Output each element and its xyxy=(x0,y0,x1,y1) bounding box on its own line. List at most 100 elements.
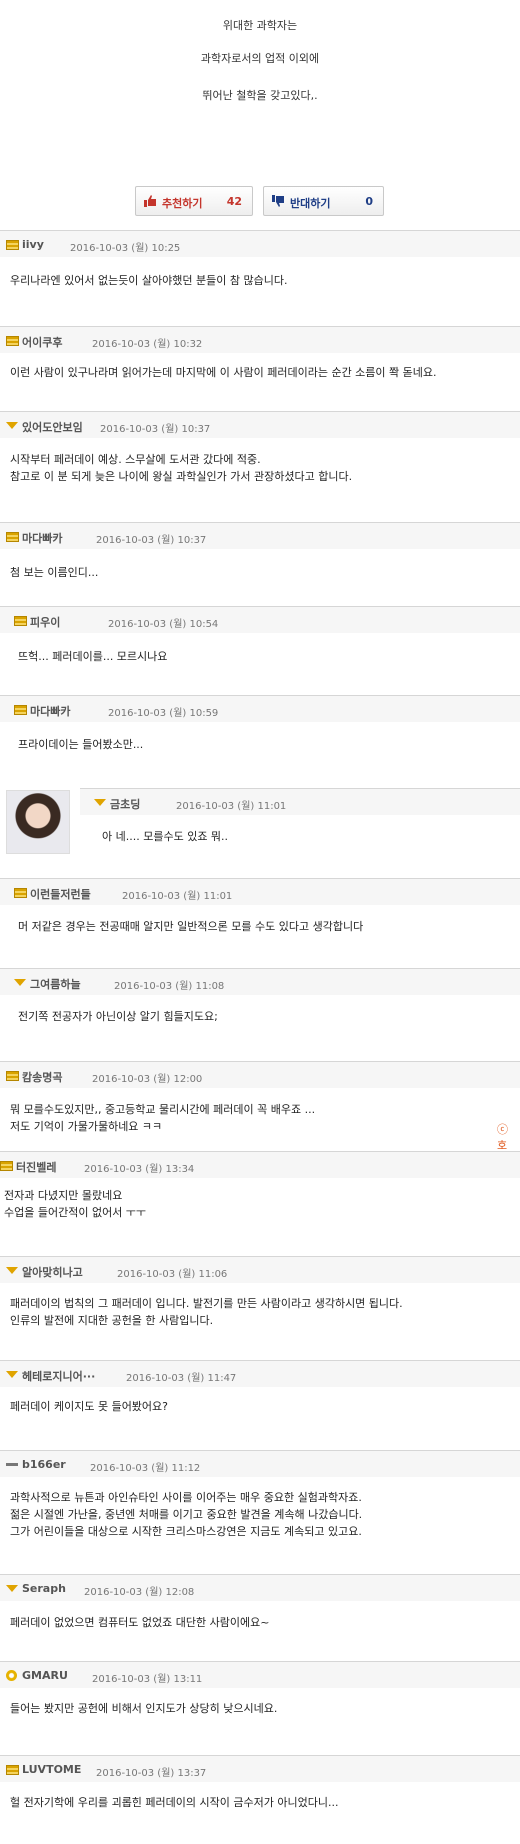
comment-text-line: 우리나라엔 있어서 없는듯이 살아야했던 분들이 참 많습니다. xyxy=(10,274,288,287)
comment-body: 전기쪽 전공자가 아닌이상 알기 힘들지도요; xyxy=(18,1008,218,1025)
comment-text-line: 프라이데이는 들어봤소만... xyxy=(18,738,144,751)
comment-timestamp: 2016-10-03 (월) 13:34 xyxy=(84,1164,195,1175)
comment-body: 뜨헉... 페러데이를... 모르시나요 xyxy=(18,648,167,665)
comment-text-line: 저도 기억이 가물가물하네요 ㅋㅋ xyxy=(10,1120,163,1133)
comment-header: 마다빠카 2016-10-03 (월) 10:37 xyxy=(0,522,520,549)
comment-timestamp: 2016-10-03 (월) 10:32 xyxy=(92,339,203,350)
level-chevron-icon xyxy=(6,422,18,429)
comment-author[interactable]: LUVTOME xyxy=(22,1763,81,1776)
comment-author[interactable]: 캄송명곡 xyxy=(22,1069,62,1085)
level-bars-icon xyxy=(14,705,27,715)
comment-author[interactable]: 피우이 xyxy=(30,614,60,630)
comment-text-line: 인류의 발전에 지대한 공헌을 한 사람입니다. xyxy=(10,1314,214,1327)
level-chevron-icon xyxy=(94,799,106,806)
comment-author[interactable]: 터진벨레 xyxy=(16,1159,56,1175)
comment-body: 이런 사람이 있구나라며 읽어가는데 마지막에 이 사람이 페러데이라는 순간 … xyxy=(10,364,437,381)
comment-author[interactable]: 그여름하늘 xyxy=(30,976,81,992)
downvote-count: 0 xyxy=(365,195,373,208)
upvote-label: 추천하기 xyxy=(162,197,203,210)
comment-author[interactable]: Seraph xyxy=(22,1582,66,1595)
comment-text-line: 수업을 들어간적이 없어서 ㅜㅜ xyxy=(4,1206,147,1219)
comment-author[interactable]: 있어도안보임 xyxy=(22,419,83,435)
comment-timestamp: 2016-10-03 (월) 11:01 xyxy=(122,891,233,902)
comment-timestamp: 2016-10-03 (월) 11:06 xyxy=(117,1269,228,1280)
vote-area: 추천하기 42 반대하기 0 xyxy=(0,186,520,216)
comment-timestamp: 2016-10-03 (월) 13:37 xyxy=(96,1768,207,1779)
comment-header: 있어도안보임 2016-10-03 (월) 10:37 xyxy=(0,411,520,438)
intro-line-1: 위대한 과학자는 xyxy=(222,19,298,32)
comment-text-line: 참고로 이 분 되게 늦은 나이에 왕실 과학실인가 가서 관장하셨다고 합니다… xyxy=(10,470,353,483)
comment-timestamp: 2016-10-03 (월) 11:01 xyxy=(176,801,287,812)
comment-text-line: 뭐 모를수도있지만,, 중고등학교 물리시간에 페러데이 꼭 배우죠 ... xyxy=(10,1103,316,1116)
comment-timestamp: 2016-10-03 (월) 11:12 xyxy=(90,1463,201,1474)
intro-line-2: 과학자로서의 업적 이외에 xyxy=(200,52,320,65)
comment-text-line: 페러데이 케이지도 못 들어봤어요? xyxy=(10,1400,169,1413)
comment-body: 전자과 다녔지만 몰랐네요 수업을 들어간적이 없어서 ㅜㅜ xyxy=(4,1187,146,1221)
comment-author[interactable]: iivy xyxy=(22,238,44,251)
comment-text-line: 페러데이 없었으면 컴퓨터도 없었죠 대단한 사람이에요~ xyxy=(10,1616,270,1629)
comment-timestamp: 2016-10-03 (월) 12:00 xyxy=(92,1074,203,1085)
level-chevron-icon xyxy=(6,1585,18,1592)
level-bars-icon xyxy=(14,616,27,626)
comment-timestamp: 2016-10-03 (월) 10:54 xyxy=(108,619,219,630)
level-bars-icon xyxy=(6,1765,19,1775)
profile-photo-avatar xyxy=(6,790,70,854)
comment-header: 피우이 2016-10-03 (월) 10:54 xyxy=(0,606,520,633)
comment-header: 어이쿠후 2016-10-03 (월) 10:32 xyxy=(0,326,520,353)
comment-header: iivy 2016-10-03 (월) 10:25 xyxy=(0,230,520,257)
comment-author[interactable]: GMARU xyxy=(22,1669,68,1682)
comment-timestamp: 2016-10-03 (월) 11:47 xyxy=(126,1373,237,1384)
side-badge[interactable]: ⓒ 호 xyxy=(497,1121,520,1153)
comment-body: 헐 전자기학에 우리를 괴롭힌 페러데이의 시작이 금수저가 아니었다니... xyxy=(10,1794,338,1811)
comment-author[interactable]: 알아맞히나고 xyxy=(22,1264,83,1280)
comment-author[interactable]: 마다빠카 xyxy=(30,703,70,719)
comment-body: 패러데이의 법칙의 그 패러데이 입니다. 발전기를 만든 사람이라고 생각하시… xyxy=(10,1295,403,1329)
comment-text-line: 헐 전자기학에 우리를 괴롭힌 페러데이의 시작이 금수저가 아니었다니... xyxy=(10,1796,339,1809)
comment-author[interactable]: b166er xyxy=(22,1458,66,1471)
downvote-label: 반대하기 xyxy=(290,197,331,210)
comment-body: 과학사적으로 뉴튼과 아인슈타인 사이를 이어주는 매우 중요한 실험과학자죠.… xyxy=(10,1489,362,1540)
comment-timestamp: 2016-10-03 (월) 10:25 xyxy=(70,243,181,254)
comment-author[interactable]: 어이쿠후 xyxy=(22,334,62,350)
comment-header: LUVTOME 2016-10-03 (월) 13:37 xyxy=(0,1755,520,1782)
comment-text-line: 첨 보는 이름인디... xyxy=(10,566,99,579)
comment-body: 프라이데이는 들어봤소만... xyxy=(18,736,143,753)
comment-author[interactable]: 금초딩 xyxy=(110,796,140,812)
comment-body: 뭐 모를수도있지만,, 중고등학교 물리시간에 페러데이 꼭 배우죠 ... 저도… xyxy=(10,1101,315,1135)
comment-header: GMARU 2016-10-03 (월) 13:11 xyxy=(0,1661,520,1688)
comment-text-line: 뜨헉... 페러데이를... 모르시나요 xyxy=(18,650,168,663)
comment-body: 페러데이 없었으면 컴퓨터도 없었죠 대단한 사람이에요~ xyxy=(10,1614,269,1631)
comment-header: 그여름하늘 2016-10-03 (월) 11:08 xyxy=(0,968,520,995)
comment-text-line: 그가 어린이들을 대상으로 시작한 크리스마스강연은 지금도 계속되고 있고요. xyxy=(10,1525,362,1538)
comment-author[interactable]: 헤테로지니어··· xyxy=(22,1368,95,1384)
level-bars-icon xyxy=(6,1071,19,1081)
level-chevron-icon xyxy=(6,1371,18,1378)
thumbs-down-icon xyxy=(272,195,284,207)
comment-text-line: 아 네.... 모를수도 있죠 뭐.. xyxy=(102,830,229,843)
downvote-button[interactable]: 반대하기 0 xyxy=(263,186,384,216)
comment-author[interactable]: 마다빠카 xyxy=(22,530,62,546)
comment-text-line: 전기쪽 전공자가 아닌이상 알기 힘들지도요; xyxy=(18,1010,218,1023)
comment-text-line: 과학사적으로 뉴튼과 아인슈타인 사이를 이어주는 매우 중요한 실험과학자죠. xyxy=(10,1491,362,1504)
comment-timestamp: 2016-10-03 (월) 10:37 xyxy=(100,424,211,435)
level-bars-icon xyxy=(6,336,19,346)
comment-text-line: 들어는 봤지만 공헌에 비해서 인지도가 상당히 낮으시네요. xyxy=(10,1702,278,1715)
comment-body: 아 네.... 모를수도 있죠 뭐.. xyxy=(102,828,228,845)
comment-header: 캄송명곡 2016-10-03 (월) 12:00 xyxy=(0,1061,520,1088)
comment-header: b166er 2016-10-03 (월) 11:12 xyxy=(0,1450,520,1477)
level-gear-icon xyxy=(6,1670,17,1681)
level-chevron-icon xyxy=(6,1267,18,1274)
level-bars-icon xyxy=(0,1161,13,1171)
comment-body: 시작부터 페러데이 예상. 스무살에 도서관 갔다에 적중. 참고로 이 분 되게… xyxy=(10,451,352,485)
comment-timestamp: 2016-10-03 (월) 13:11 xyxy=(92,1674,203,1685)
comment-body: 첨 보는 이름인디... xyxy=(10,564,98,581)
comment-header: 터진벨레 2016-10-03 (월) 13:34 xyxy=(0,1151,520,1178)
comment-text-line: 이런 사람이 있구나라며 읽어가는데 마지막에 이 사람이 페러데이라는 순간 … xyxy=(10,366,437,379)
comment-body: 머 저같은 경우는 전공때매 알지만 일반적으론 모를 수도 있다고 생각합니다 xyxy=(18,918,363,935)
comment-timestamp: 2016-10-03 (월) 10:59 xyxy=(108,708,219,719)
comment-author[interactable]: 이런들저런들 xyxy=(30,886,91,902)
level-bars-icon xyxy=(14,888,27,898)
upvote-button[interactable]: 추천하기 42 xyxy=(135,186,253,216)
level-bars-icon xyxy=(6,532,19,542)
upvote-count: 42 xyxy=(226,195,242,208)
